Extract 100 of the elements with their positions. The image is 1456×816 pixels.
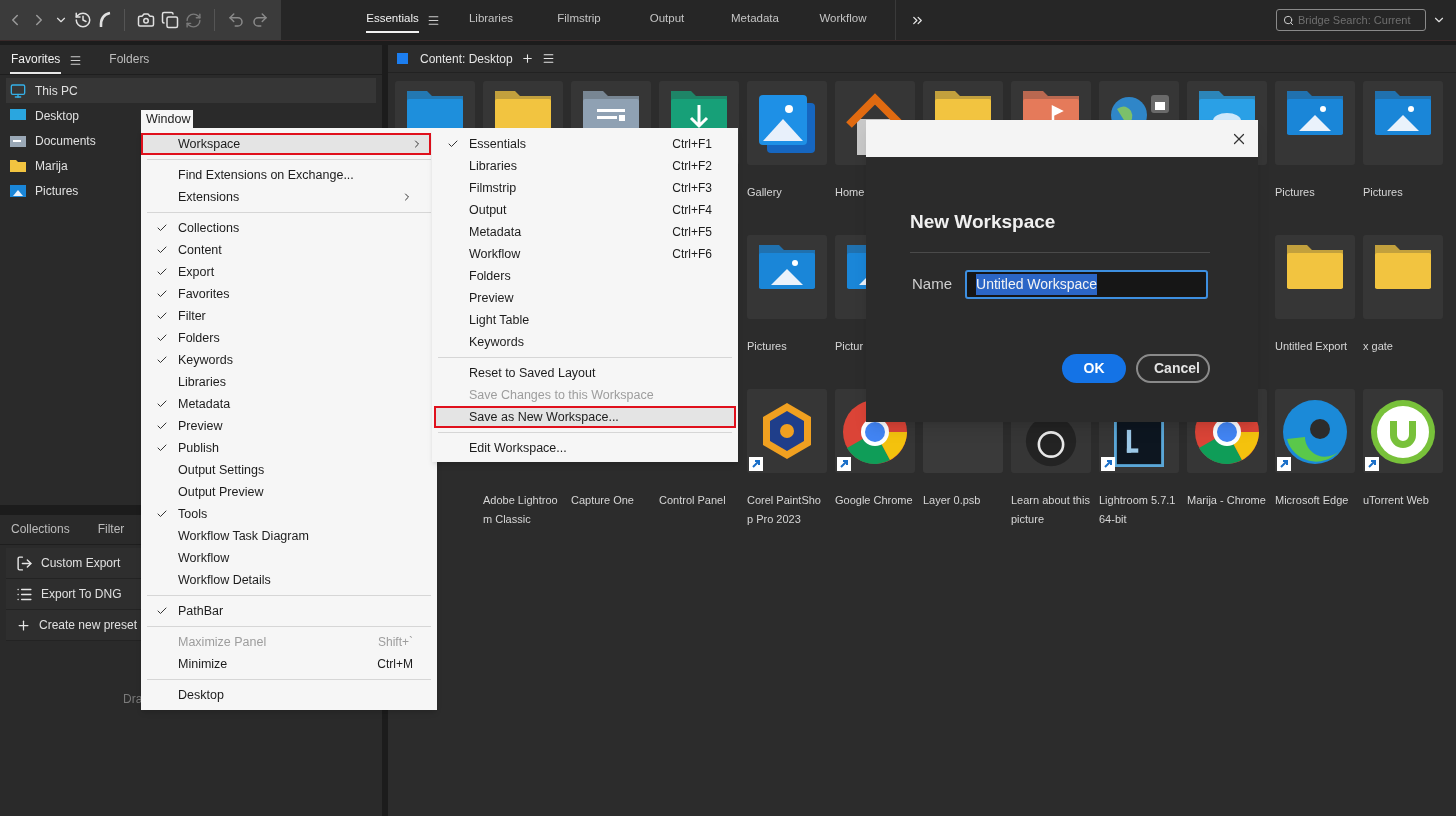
check-icon — [156, 244, 168, 256]
menu-item[interactable]: Folders — [178, 328, 413, 348]
menu-item[interactable]: Preview — [469, 288, 712, 308]
hint-text: Dra — [123, 691, 143, 708]
menu-item[interactable]: Export — [178, 262, 413, 282]
menu-item[interactable]: Libraries — [178, 372, 413, 392]
search-field[interactable]: Bridge Search: Current — [1276, 9, 1426, 31]
file-tile[interactable] — [1363, 235, 1443, 319]
history-icon[interactable] — [74, 11, 92, 29]
pictures-folder-icon — [1287, 91, 1343, 135]
menu-icon[interactable] — [426, 13, 440, 27]
file-name: Marija - Chrome — [1187, 493, 1266, 508]
file-tile[interactable] — [1275, 81, 1355, 165]
copy-icon[interactable] — [161, 11, 179, 29]
check-icon — [156, 420, 168, 432]
check-icon — [156, 266, 168, 278]
menu-item[interactable]: Output — [469, 200, 673, 220]
menu-item[interactable]: Find Extensions on Exchange... — [178, 165, 413, 185]
file-name: Home — [835, 185, 865, 200]
panel-tab[interactable]: Filter — [96, 516, 126, 544]
menu-item[interactable]: Libraries — [469, 156, 673, 176]
file-tile[interactable] — [747, 235, 827, 319]
menu-item[interactable]: Workflow Details — [178, 570, 413, 590]
pictures-folder-icon — [759, 245, 815, 289]
check-icon — [156, 398, 168, 410]
camera-icon[interactable] — [137, 11, 155, 29]
menu-item[interactable]: Filter — [178, 306, 413, 326]
redo-icon[interactable] — [251, 11, 269, 29]
menu-item[interactable]: Keywords — [178, 350, 413, 370]
panel-color-icon — [397, 53, 408, 64]
panel-tab[interactable]: Collections — [10, 516, 71, 544]
workspace-tab[interactable]: Workflow — [819, 7, 867, 33]
desktop-icon — [10, 109, 26, 122]
menu-item[interactable]: PathBar — [178, 601, 413, 621]
file-tile[interactable] — [1275, 235, 1355, 319]
ok-button[interactable]: OK — [1062, 353, 1126, 383]
menu-item[interactable]: Workflow Task Diagram — [178, 526, 413, 546]
file-tile[interactable] — [1275, 389, 1355, 473]
favorite-item[interactable]: Desktop — [35, 106, 80, 125]
file-name: x gate — [1363, 339, 1393, 354]
panel-tab[interactable]: Favorites — [10, 46, 62, 74]
menu-item[interactable]: Extensions — [178, 187, 397, 207]
shortcut-text: Ctrl+F2 — [672, 158, 712, 175]
menu-item[interactable]: Filmstrip — [469, 178, 673, 198]
workspace-tab[interactable]: Filmstrip — [557, 7, 601, 33]
undo-icon[interactable] — [227, 11, 245, 29]
menu-item[interactable]: Content — [178, 240, 413, 260]
check-icon — [156, 332, 168, 344]
menu-icon[interactable] — [69, 53, 83, 67]
menu-item[interactable]: Favorites — [178, 284, 413, 304]
menu-item[interactable]: Metadata — [178, 394, 413, 414]
file-tile[interactable] — [747, 389, 827, 473]
menu-item[interactable]: Metadata — [469, 222, 673, 242]
favorite-item[interactable]: This PC — [35, 81, 78, 100]
shortcut-text: Ctrl+M — [377, 656, 413, 673]
menu-item[interactable]: Output Settings — [178, 460, 413, 480]
menu-item[interactable]: Keywords — [469, 332, 712, 352]
monitor-icon — [10, 82, 26, 99]
menu-item[interactable]: Collections — [178, 218, 413, 238]
menu-item[interactable]: Folders — [469, 266, 712, 286]
menu-item[interactable]: Edit Workspace... — [469, 438, 712, 458]
file-tile[interactable] — [747, 81, 827, 165]
menu-item[interactable]: Minimize — [178, 654, 378, 674]
panel-title: Content: Desktop — [420, 50, 513, 68]
menu-item[interactable]: Preview — [178, 416, 413, 436]
name-field[interactable]: Untitled Workspace — [965, 269, 1208, 299]
favorite-item[interactable]: Marija — [35, 156, 68, 175]
workspace-tab[interactable]: Essentials — [366, 7, 419, 33]
menu-item[interactable]: Save as New Workspace... — [469, 407, 724, 427]
menu-item[interactable]: Workflow — [469, 244, 673, 264]
favorite-item[interactable]: Documents — [35, 131, 96, 150]
shortcut-text: Ctrl+F1 — [672, 136, 712, 153]
file-name: Gallery — [747, 185, 782, 200]
file-name: Control Panel — [659, 493, 726, 508]
menu-item[interactable]: Essentials — [469, 134, 673, 154]
file-name: Adobe Lightroom Classic — [483, 493, 559, 527]
plus-icon[interactable] — [520, 52, 534, 65]
cancel-button[interactable]: Cancel — [1136, 353, 1210, 383]
workspace-tab[interactable]: Libraries — [468, 7, 514, 33]
menu-item[interactable]: Workflow — [178, 548, 413, 568]
menu-item[interactable]: Output Preview — [178, 482, 413, 502]
menu-item[interactable]: Light Table — [469, 310, 712, 330]
menu-item[interactable]: Workspace — [178, 134, 407, 154]
workspace-tab[interactable]: Output — [649, 7, 685, 33]
menu-item[interactable]: Tools — [178, 504, 413, 524]
file-name: Learn about this picture — [1011, 493, 1091, 527]
menu-item[interactable]: Publish — [178, 438, 413, 458]
boomerang-icon[interactable] — [98, 11, 112, 29]
menu-icon[interactable] — [541, 52, 555, 65]
menu-item[interactable]: Desktop — [178, 685, 413, 705]
dialog-title: New Workspace — [910, 210, 1057, 234]
file-tile[interactable] — [1363, 389, 1443, 473]
menu-item[interactable]: Reset to Saved Layout — [469, 363, 712, 383]
file-name: Google Chrome — [835, 493, 913, 508]
workspace-tab[interactable]: Metadata — [731, 7, 779, 33]
favorite-item[interactable]: Pictures — [35, 181, 79, 200]
file-tile[interactable] — [1363, 81, 1443, 165]
refresh-icon[interactable] — [185, 11, 202, 29]
panel-tab[interactable]: Folders — [108, 46, 151, 74]
folder-icon — [10, 159, 26, 172]
